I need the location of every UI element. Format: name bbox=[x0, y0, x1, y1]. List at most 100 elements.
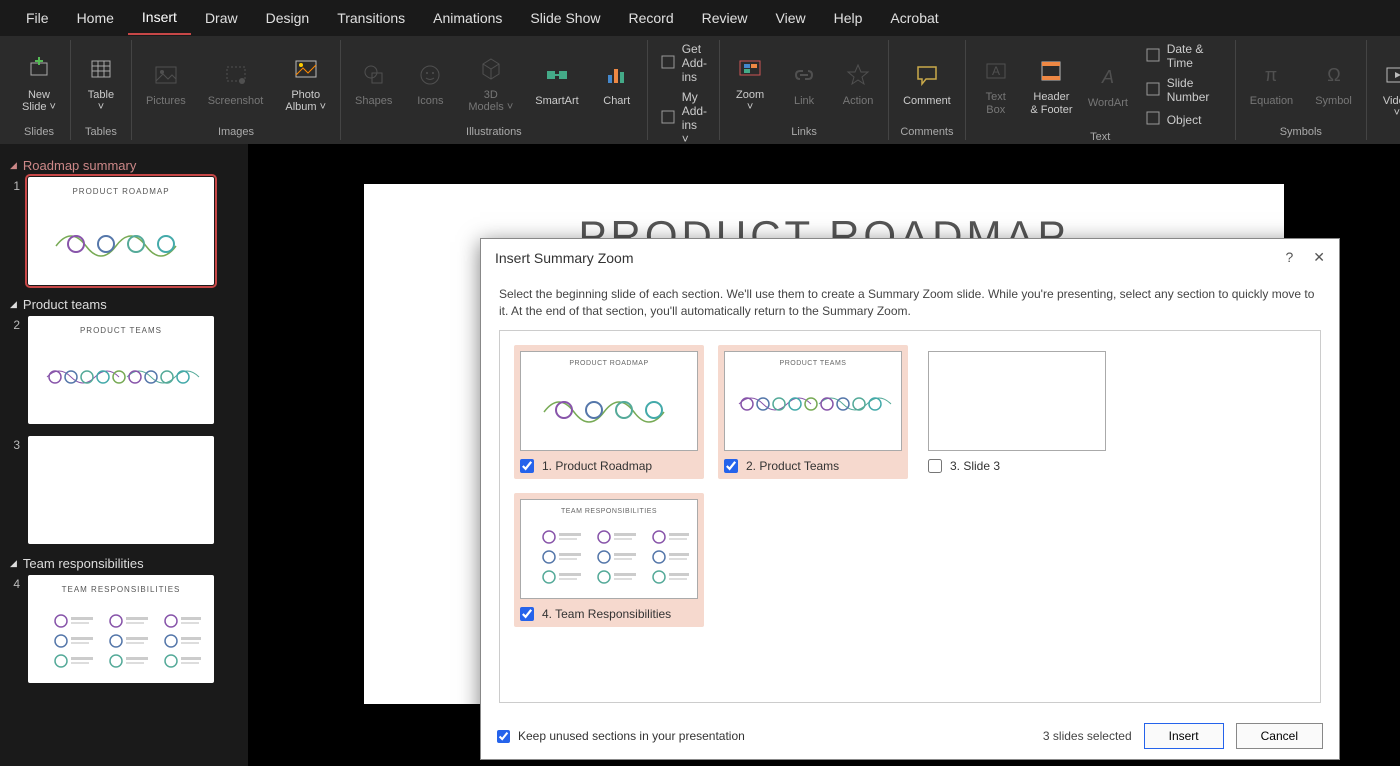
ribbon-3d-models-button[interactable]: 3DModels ˅ bbox=[462, 49, 519, 117]
cancel-button[interactable]: Cancel bbox=[1236, 723, 1323, 749]
ribbon-label: TextBox bbox=[986, 91, 1006, 115]
ribbon-photo-album-button[interactable]: PhotoAlbum ˅ bbox=[279, 49, 332, 117]
menu-tab-view[interactable]: View bbox=[762, 2, 820, 34]
ribbon-label: Header& Footer bbox=[1030, 91, 1072, 115]
dialog-header: Insert Summary Zoom ? ✕ bbox=[481, 239, 1339, 276]
menu-tab-home[interactable]: Home bbox=[63, 2, 128, 34]
ribbon-new-slide-button[interactable]: NewSlide ˅ bbox=[16, 49, 62, 117]
ribbon-group-label: Slides bbox=[24, 126, 54, 140]
close-icon[interactable]: ✕ bbox=[1313, 249, 1325, 266]
selection-status: 3 slides selected bbox=[1043, 729, 1132, 743]
slide-thumbnail[interactable]: PRODUCT TEAMS bbox=[28, 316, 214, 424]
ribbon-label: PhotoAlbum ˅ bbox=[285, 89, 326, 113]
menu-tab-animations[interactable]: Animations bbox=[419, 2, 516, 34]
keep-unused-checkbox[interactable]: Keep unused sections in your presentatio… bbox=[497, 729, 745, 743]
ribbon-label: SmartArt bbox=[535, 95, 578, 107]
link-icon bbox=[788, 59, 820, 91]
menu-tab-record[interactable]: Record bbox=[614, 2, 687, 34]
ribbon-label: Zoom˅ bbox=[736, 89, 764, 113]
ribbon-text-box-button[interactable]: ATextBox bbox=[974, 51, 1018, 119]
slide-thumbnail-row[interactable]: 4TEAM RESPONSIBILITIES bbox=[10, 575, 238, 683]
ribbon-shapes-button[interactable]: Shapes bbox=[349, 55, 398, 111]
slide-number: 4 bbox=[10, 575, 20, 683]
pictures-icon bbox=[150, 59, 182, 91]
menu-tab-file[interactable]: File bbox=[12, 2, 63, 34]
menu-tab-review[interactable]: Review bbox=[688, 2, 762, 34]
menu-tab-design[interactable]: Design bbox=[252, 2, 324, 34]
ribbon-group-label: Illustrations bbox=[466, 126, 522, 140]
slide-thumbnail-row[interactable]: 2PRODUCT TEAMS bbox=[10, 316, 238, 424]
dialog-slide-checkbox[interactable]: 2. Product Teams bbox=[724, 459, 902, 473]
dialog-slide-checkbox[interactable]: 1. Product Roadmap bbox=[520, 459, 698, 473]
get-addins-icon bbox=[660, 54, 676, 73]
ribbon-comment-button[interactable]: Comment bbox=[897, 55, 957, 111]
svg-text:Ω: Ω bbox=[1327, 65, 1340, 85]
ribbon-label: Table˅ bbox=[88, 89, 114, 113]
dialog-slide-grid: PRODUCT ROADMAP1. Product RoadmapPRODUCT… bbox=[499, 330, 1321, 703]
menu-tab-slide-show[interactable]: Slide Show bbox=[516, 2, 614, 34]
ribbon-my-addins[interactable]: My Add-ins ˅ bbox=[656, 88, 711, 148]
ribbon-icons-button[interactable]: Icons bbox=[408, 55, 452, 111]
keep-unused-input[interactable] bbox=[497, 730, 510, 743]
section-header[interactable]: ◢Team responsibilities bbox=[10, 556, 238, 571]
section-header[interactable]: ◢Product teams bbox=[10, 297, 238, 312]
menu-bar: FileHomeInsertDrawDesignTransitionsAnima… bbox=[0, 0, 1400, 36]
dialog-slide-preview: PRODUCT TEAMS bbox=[724, 351, 902, 451]
ribbon-equation-button[interactable]: πEquation bbox=[1244, 55, 1299, 111]
slide-number-icon bbox=[1145, 81, 1161, 100]
ribbon-object[interactable]: Object bbox=[1141, 108, 1227, 131]
ribbon-wordart-button[interactable]: A WordArt bbox=[1085, 57, 1131, 113]
slide-thumbnail[interactable] bbox=[28, 436, 214, 544]
insert-button[interactable]: Insert bbox=[1144, 723, 1224, 749]
slide-number: 3 bbox=[10, 436, 20, 544]
help-icon[interactable]: ? bbox=[1285, 249, 1293, 266]
ribbon-header-footer-button[interactable]: Header& Footer bbox=[1028, 51, 1075, 119]
ribbon-table-button[interactable]: Table˅ bbox=[79, 49, 123, 117]
ribbon-date-time[interactable]: Date & Time bbox=[1141, 40, 1227, 72]
menu-tab-insert[interactable]: Insert bbox=[128, 1, 191, 35]
section-header[interactable]: ◢Roadmap summary bbox=[10, 158, 238, 173]
ribbon-label: Icons bbox=[417, 95, 443, 107]
ribbon-label: WordArt bbox=[1088, 97, 1128, 109]
dialog-footer: Keep unused sections in your presentatio… bbox=[481, 713, 1339, 759]
icons-icon bbox=[414, 59, 446, 91]
ribbon-action-button[interactable]: Action bbox=[836, 55, 880, 111]
collapse-icon: ◢ bbox=[10, 160, 17, 171]
menu-tab-transitions[interactable]: Transitions bbox=[323, 2, 419, 34]
slide-number: 1 bbox=[10, 177, 20, 285]
slide-thumbnail-row[interactable]: 3 bbox=[10, 436, 238, 544]
shapes-icon bbox=[358, 59, 390, 91]
table-icon bbox=[85, 53, 117, 85]
ribbon: NewSlide ˅SlidesTable˅TablesPicturesScre… bbox=[0, 36, 1400, 144]
ribbon-video-button[interactable]: Video˅ bbox=[1375, 55, 1400, 123]
ribbon-screenshot-button[interactable]: Screenshot bbox=[202, 55, 270, 111]
ribbon-label: Equation bbox=[1250, 95, 1293, 107]
menu-tab-acrobat[interactable]: Acrobat bbox=[876, 2, 952, 34]
dialog-slide-checkbox[interactable]: 3. Slide 3 bbox=[928, 459, 1106, 473]
ribbon-zoom-button[interactable]: Zoom˅ bbox=[728, 49, 772, 117]
dialog-slide-card[interactable]: PRODUCT TEAMS 2. Product Teams bbox=[718, 345, 908, 479]
ribbon-symbol-button[interactable]: ΩSymbol bbox=[1309, 55, 1358, 111]
menu-tab-help[interactable]: Help bbox=[820, 2, 877, 34]
slide-number: 2 bbox=[10, 316, 20, 424]
ribbon-smartart-button[interactable]: SmartArt bbox=[529, 55, 584, 111]
dialog-slide-card[interactable]: PRODUCT ROADMAP1. Product Roadmap bbox=[514, 345, 704, 479]
dialog-slide-checkbox[interactable]: 4. Team Responsibilities bbox=[520, 607, 698, 621]
slide-thumbnail-row[interactable]: 1PRODUCT ROADMAP bbox=[10, 177, 238, 285]
svg-text:A: A bbox=[1101, 67, 1114, 87]
ribbon-label: Shapes bbox=[355, 95, 392, 107]
ribbon-chart-button[interactable]: Chart bbox=[595, 55, 639, 111]
slide-thumbnail[interactable]: TEAM RESPONSIBILITIES bbox=[28, 575, 214, 683]
3d-models-icon bbox=[475, 53, 507, 85]
ribbon-slide-number[interactable]: Slide Number bbox=[1141, 74, 1227, 106]
ribbon-link-button[interactable]: Link bbox=[782, 55, 826, 111]
ribbon-get-addins[interactable]: Get Add-ins bbox=[656, 40, 711, 86]
menu-tab-draw[interactable]: Draw bbox=[191, 2, 252, 34]
dialog-slide-card[interactable]: 3. Slide 3 bbox=[922, 345, 1112, 479]
video-icon bbox=[1381, 59, 1400, 91]
dialog-slide-card[interactable]: TEAM RESPONSIBILITIES4. Team Responsibil… bbox=[514, 493, 704, 627]
my-addins-icon bbox=[660, 109, 676, 128]
slide-thumbnail-pane[interactable]: ◢Roadmap summary 1PRODUCT ROADMAP ◢Product… bbox=[0, 144, 248, 766]
slide-thumbnail[interactable]: PRODUCT ROADMAP bbox=[28, 177, 214, 285]
ribbon-pictures-button[interactable]: Pictures bbox=[140, 55, 192, 111]
